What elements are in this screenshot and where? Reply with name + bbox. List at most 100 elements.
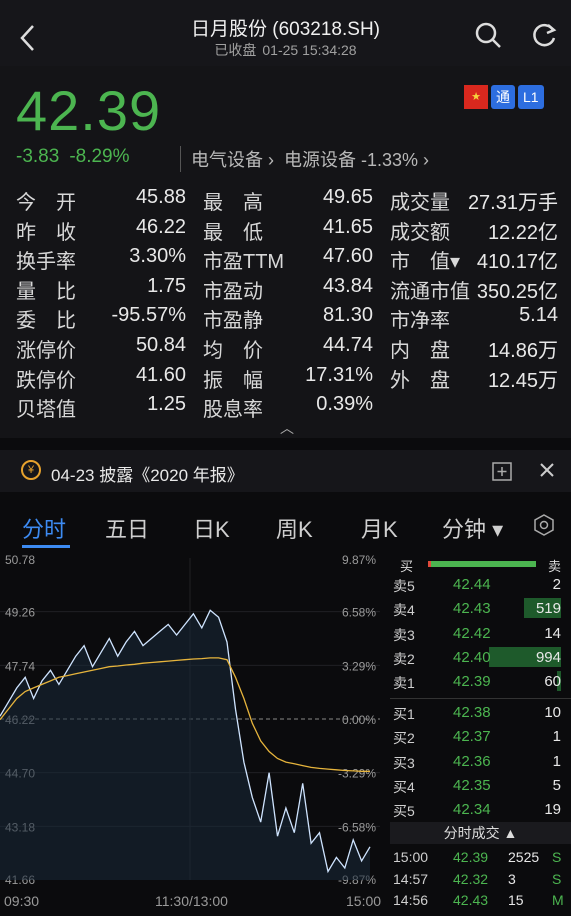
tick-time: 15:00 bbox=[393, 849, 429, 865]
level-qty: 19 bbox=[544, 801, 561, 819]
stat-value: 44.74 bbox=[322, 334, 373, 356]
stat-1-0: 昨 收 46.22 bbox=[16, 215, 186, 244]
tab-daily-k[interactable]: 日K bbox=[193, 512, 230, 544]
close-icon[interactable] bbox=[538, 461, 556, 479]
bid-row[interactable]: 买2 42.37 1 bbox=[390, 724, 571, 748]
buy-sell-ratio: 买卖 bbox=[392, 556, 567, 574]
tab-minute[interactable]: 分钟 ▾ bbox=[442, 512, 503, 544]
tick-volume: 2525 bbox=[508, 849, 540, 865]
sector-link-2[interactable]: 电源设备 -1.33% › bbox=[284, 150, 429, 170]
tab-intraday[interactable]: 分时 bbox=[22, 512, 66, 544]
level-qty: 1 bbox=[552, 728, 561, 746]
bid-row[interactable]: 买5 42.34 19 bbox=[390, 797, 571, 821]
market-badges: ★ 通 L1 bbox=[464, 85, 547, 109]
stat-value: 41.65 bbox=[322, 215, 373, 238]
stat-value: 81.30 bbox=[322, 304, 373, 327]
tick-volume: 15 bbox=[508, 892, 524, 908]
stat-value: 49.65 bbox=[322, 186, 373, 208]
bid-row[interactable]: 买3 42.36 1 bbox=[390, 749, 571, 773]
settings-hexagon-icon[interactable] bbox=[533, 514, 555, 536]
status-text: 已收盘 bbox=[214, 42, 257, 58]
level-qty: 994 bbox=[535, 648, 561, 666]
ask-row[interactable]: 卖2 42.40 994 bbox=[390, 645, 571, 669]
chart-tabs: 分时 五日 日K 周K 月K 分钟 ▾ bbox=[0, 508, 571, 548]
stat-0-2: 成交量 27.31万手 bbox=[390, 186, 558, 214]
stat-label: 委 比 bbox=[16, 310, 76, 333]
bid-row[interactable]: 买1 42.38 10 bbox=[390, 700, 571, 724]
search-icon[interactable] bbox=[474, 21, 502, 49]
y-tick-pct: 9.87% bbox=[342, 553, 376, 567]
add-to-calendar-icon[interactable] bbox=[491, 460, 513, 482]
stat-value: 14.86万 bbox=[487, 340, 558, 362]
yen-coin-icon: ¥ bbox=[21, 460, 41, 480]
x-label-open: 09:30 bbox=[4, 893, 40, 909]
stat-6-1: 振 幅 17.31% bbox=[203, 364, 373, 392]
y-tick-pct: 3.29% bbox=[342, 659, 376, 673]
sector-link-1[interactable]: 电气设备 › bbox=[191, 150, 274, 170]
level-price: 42.44 bbox=[453, 576, 491, 593]
collapse-caret-icon[interactable]: ︿ bbox=[280, 418, 294, 438]
header: 日月股份 (603218.SH) 已收盘 01-25 15:34:28 bbox=[0, 0, 571, 66]
level-price: 42.35 bbox=[453, 776, 491, 794]
ratio-bar-buy bbox=[428, 561, 431, 567]
change-value: -3.83 bbox=[16, 146, 60, 167]
ticks-title[interactable]: 分时成交 ▲ bbox=[390, 822, 571, 844]
stat-value: 45.88 bbox=[135, 186, 186, 208]
book-divider bbox=[390, 698, 571, 699]
stat-label: 振 幅 bbox=[203, 369, 263, 392]
stat-value: 350.25亿 bbox=[476, 280, 558, 303]
stat-value: 46.22 bbox=[135, 215, 186, 238]
stat-label: 换手率 bbox=[16, 251, 76, 274]
y-tick-pct: -3.29% bbox=[338, 767, 376, 781]
ask-row[interactable]: 卖1 42.39 60 bbox=[390, 669, 571, 693]
stat-label: 量 比 bbox=[16, 280, 76, 303]
stat-5-1: 均 价 44.74 bbox=[203, 334, 373, 362]
stat-value: 410.17亿 bbox=[476, 251, 558, 274]
stat-value: 5.14 bbox=[519, 304, 558, 327]
stat-0-1: 最 高 49.65 bbox=[203, 186, 373, 214]
stat-label: 流通市值 bbox=[390, 280, 470, 303]
stat-5-0: 涨停价 50.84 bbox=[16, 334, 186, 362]
stat-3-0: 量 比 1.75 bbox=[16, 275, 186, 303]
stat-0-0: 今 开 45.88 bbox=[16, 186, 186, 214]
order-book: 买卖卖5 42.44 2 卖4 42.43 519 卖3 42.42 14 卖2 42.40 994 卖… bbox=[390, 550, 571, 916]
ask-row[interactable]: 卖3 42.42 14 bbox=[390, 621, 571, 645]
level-label: 卖3 bbox=[393, 626, 415, 643]
sector-links[interactable]: 电气设备 › 电源设备 -1.33% › bbox=[180, 146, 429, 172]
level-qty: 2 bbox=[552, 576, 561, 593]
tick-volume: 3 bbox=[508, 870, 516, 887]
y-tick-price: 47.74 bbox=[5, 659, 35, 673]
quote-panel: 42.39 -3.83 -8.29% 电气设备 › 电源设备 -1.33% › ★… bbox=[0, 66, 571, 438]
stat-label: 市盈TTM bbox=[203, 251, 285, 274]
tab-monthly-k[interactable]: 月K bbox=[361, 512, 398, 544]
level-price: 42.43 bbox=[453, 600, 491, 618]
stat-5-2: 内 盘 14.86万 bbox=[390, 334, 558, 362]
level-label: 买3 bbox=[393, 754, 415, 771]
ratio-bar bbox=[428, 561, 536, 567]
stat-4-2: 市净率 5.14 bbox=[390, 304, 558, 332]
stat-label: 外 盘 bbox=[390, 369, 450, 392]
level-qty: 60 bbox=[544, 673, 561, 691]
tick-time: 14:57 bbox=[393, 870, 429, 887]
ask-row[interactable]: 卖5 42.44 2 bbox=[390, 572, 571, 596]
price-change: -3.83 -8.29% bbox=[16, 146, 140, 168]
tick-price: 42.43 bbox=[453, 892, 489, 908]
stat-value: 12.45万 bbox=[487, 369, 558, 392]
stat-label: 内 盘 bbox=[390, 340, 450, 362]
active-tab-indicator bbox=[22, 545, 70, 548]
level-label: 买4 bbox=[393, 778, 415, 795]
tab-five-day[interactable]: 五日 bbox=[105, 512, 149, 544]
announcement-text[interactable]: 04-23 披露《2020 年报》 bbox=[51, 461, 244, 486]
bid-row[interactable]: 买4 42.35 5 bbox=[390, 773, 571, 797]
x-label-close: 15:00 bbox=[346, 893, 382, 909]
status-datetime: 01-25 15:34:28 bbox=[262, 42, 357, 58]
tab-weekly-k[interactable]: 周K bbox=[276, 512, 313, 544]
announcement-bar[interactable]: ¥ 04-23 披露《2020 年报》 bbox=[0, 450, 571, 492]
stat-3-2: 流通市值 350.25亿 bbox=[390, 275, 558, 303]
refresh-icon[interactable] bbox=[531, 21, 559, 49]
intraday-chart[interactable]: 50.789.87%49.266.58%47.743.29%46.220.00%… bbox=[0, 550, 390, 890]
china-flag-icon: ★ bbox=[464, 85, 488, 109]
ask-row[interactable]: 卖4 42.43 519 bbox=[390, 596, 571, 620]
y-tick-price: 50.78 bbox=[5, 553, 35, 567]
stat-label: 最 高 bbox=[203, 192, 263, 214]
